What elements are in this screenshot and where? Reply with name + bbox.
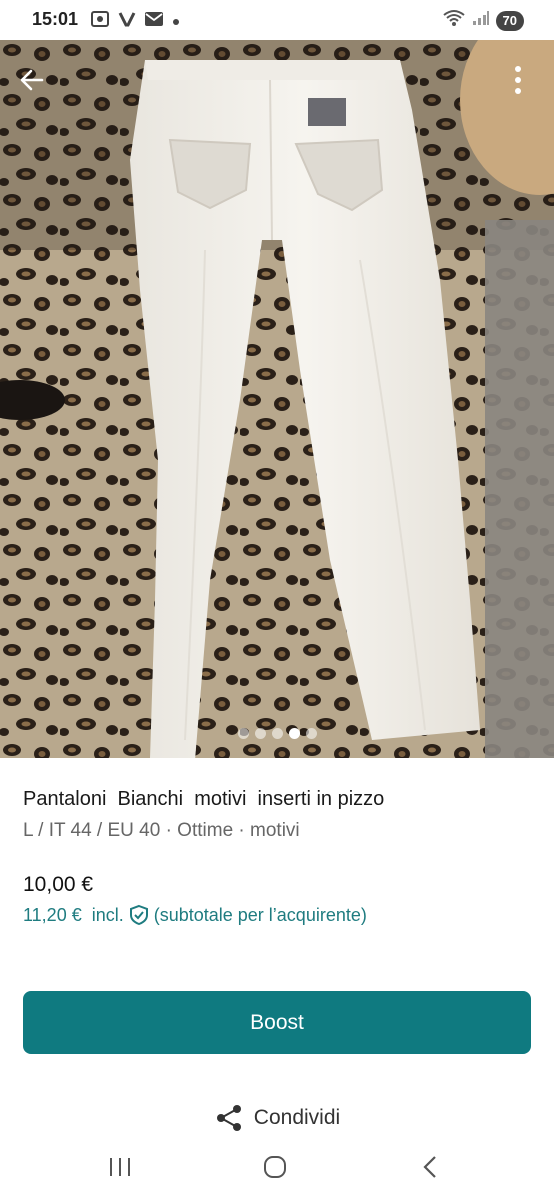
signal-icon (472, 10, 490, 31)
gallery-dot[interactable] (237, 728, 249, 739)
item-details: L / IT 44 / EU 40 · Ottime · motivi (23, 820, 300, 841)
item-photo-gallery[interactable] (0, 40, 554, 758)
buyer-price-amount: 11,20 € incl. (23, 904, 124, 925)
buyer-price-note: (subtotale per l’acquirente) (153, 904, 367, 925)
share-icon (216, 1105, 241, 1131)
wifi-icon (442, 9, 466, 32)
status-left-icons (90, 10, 180, 33)
status-time: 15:01 (32, 9, 79, 29)
gallery-pagination (0, 728, 554, 739)
item-price: 10,00 € (23, 873, 94, 896)
v-app-icon (118, 10, 136, 33)
back-button[interactable] (10, 58, 54, 102)
more-options-button[interactable] (496, 58, 540, 102)
item-title: Pantaloni Bianchi motivi inserti in pizz… (23, 788, 385, 810)
share-label: Condividi (253, 1106, 341, 1129)
chevron-left-icon (423, 1156, 436, 1178)
gallery-dot[interactable] (271, 728, 283, 739)
battery-indicator: 70 (495, 10, 524, 31)
shield-check-icon (129, 904, 148, 926)
mail-icon (144, 11, 164, 32)
arrow-left-icon (20, 69, 44, 91)
recent-apps-icon (110, 1158, 130, 1176)
home-button[interactable] (255, 1149, 295, 1185)
share-button[interactable]: Condividi (0, 1103, 554, 1133)
more-vertical-icon (515, 66, 521, 94)
home-icon (264, 1156, 286, 1178)
screen-recorder-icon (90, 10, 110, 33)
system-back-button[interactable] (410, 1149, 450, 1185)
boost-button[interactable]: Boost (23, 991, 531, 1054)
notification-dot-icon (172, 13, 180, 31)
buyer-price-info[interactable]: 11,20 € incl. (subtotale per l’acquirent… (23, 904, 367, 926)
recent-apps-button[interactable] (100, 1149, 140, 1185)
gallery-dot[interactable] (305, 728, 317, 739)
system-navigation-bar (0, 1135, 554, 1200)
status-bar: 15:01 70 (0, 0, 554, 40)
white-pants-photo (0, 40, 554, 758)
status-right-icons: 70 (442, 9, 524, 32)
gallery-dot-active[interactable] (288, 728, 300, 739)
gallery-dot[interactable] (254, 728, 266, 739)
